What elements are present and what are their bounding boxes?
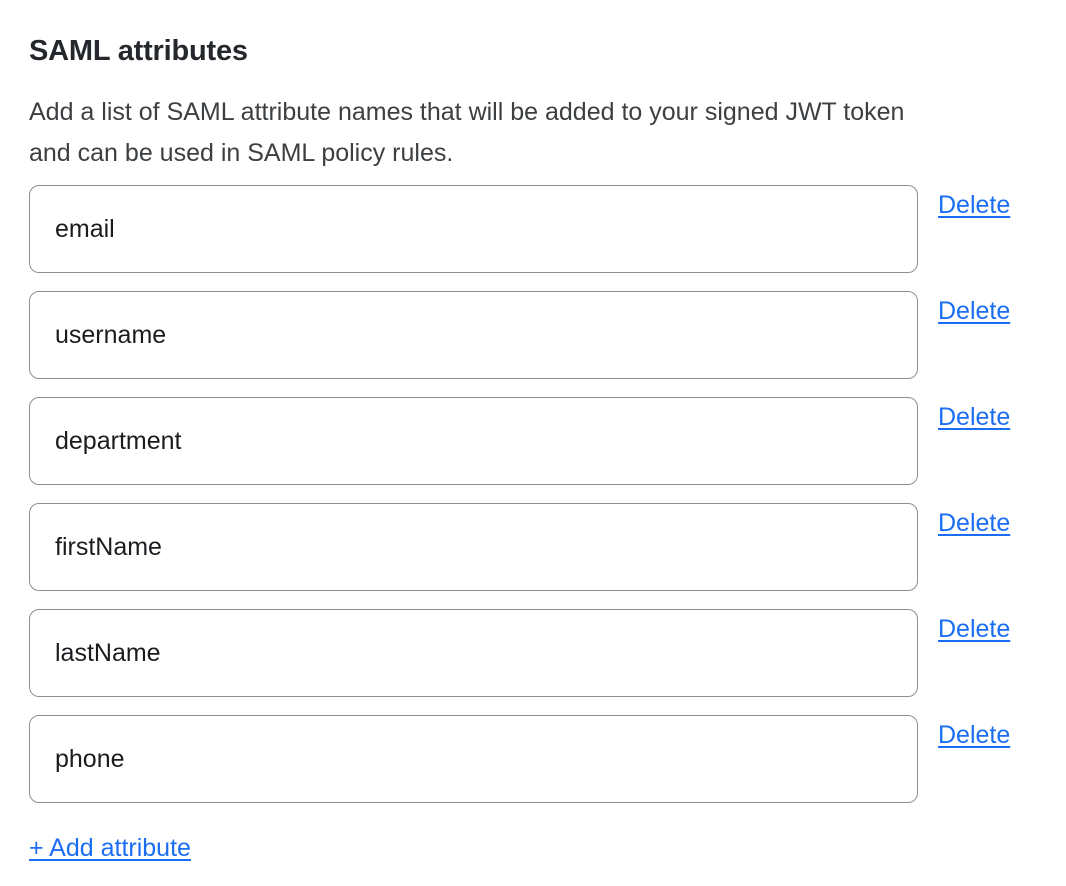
attribute-row: Delete	[29, 503, 1066, 591]
delete-link[interactable]: Delete	[938, 291, 1010, 326]
saml-attributes-section: SAML attributes Add a list of SAML attri…	[0, 0, 1066, 863]
attribute-input[interactable]	[29, 397, 918, 485]
attribute-row: Delete	[29, 609, 1066, 697]
attribute-input[interactable]	[29, 503, 918, 591]
attribute-input[interactable]	[29, 715, 918, 803]
section-description-line2: and can be used in SAML policy rules.	[29, 133, 1049, 174]
delete-link[interactable]: Delete	[938, 715, 1010, 750]
section-description: Add a list of SAML attribute names that …	[29, 92, 1049, 174]
attribute-row: Delete	[29, 397, 1066, 485]
attribute-input[interactable]	[29, 609, 918, 697]
attribute-row: Delete	[29, 291, 1066, 379]
section-title: SAML attributes	[29, 35, 1066, 67]
attribute-row: Delete	[29, 185, 1066, 273]
delete-link[interactable]: Delete	[938, 609, 1010, 644]
attribute-row: Delete	[29, 715, 1066, 803]
attribute-input[interactable]	[29, 291, 918, 379]
section-description-line1: Add a list of SAML attribute names that …	[29, 92, 1049, 133]
add-attribute-link[interactable]: + Add attribute	[29, 833, 191, 863]
delete-link[interactable]: Delete	[938, 397, 1010, 432]
delete-link[interactable]: Delete	[938, 503, 1010, 538]
delete-link[interactable]: Delete	[938, 185, 1010, 220]
attribute-list: Delete Delete Delete Delete Delete Delet…	[29, 185, 1066, 803]
attribute-input[interactable]	[29, 185, 918, 273]
